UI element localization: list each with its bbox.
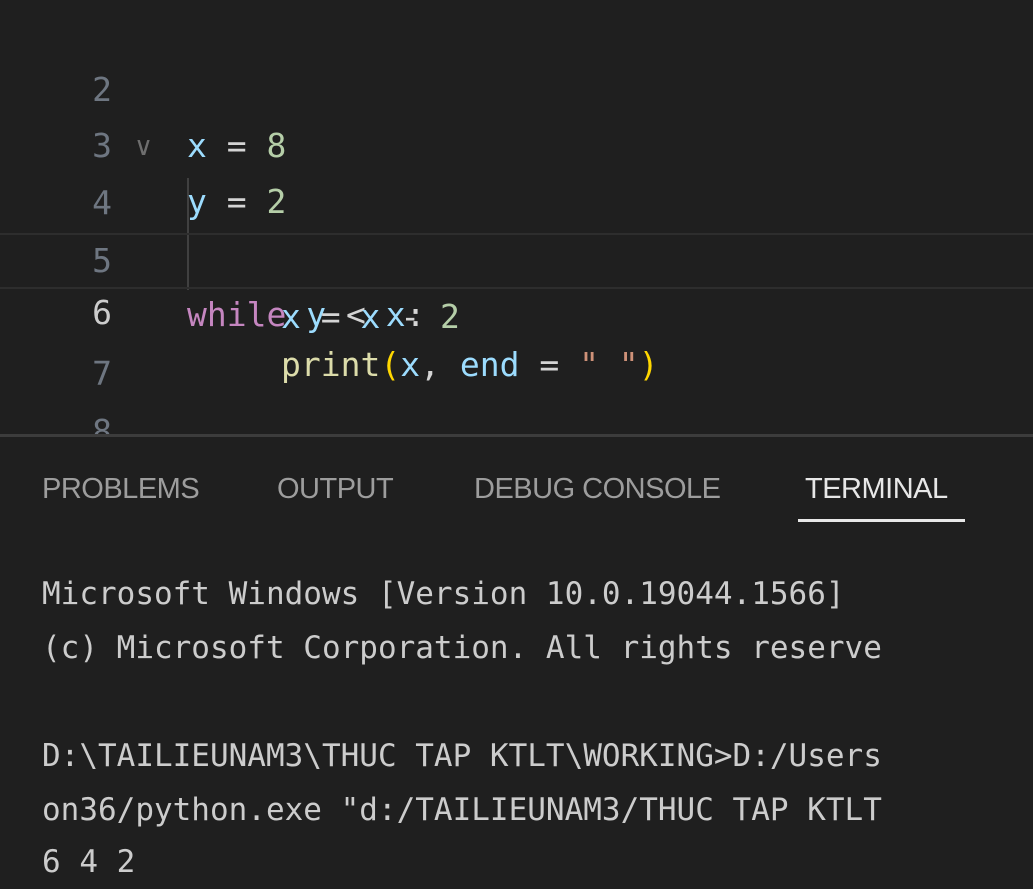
tab-problems[interactable]: PROBLEMS [42, 473, 200, 506]
tab-output[interactable]: OUTPUT [277, 473, 394, 506]
bottom-panel: PROBLEMS OUTPUT DEBUG CONSOLE TERMINAL M… [0, 437, 1033, 889]
code-line-7[interactable]: 7 [0, 290, 1033, 393]
terminal-line: on36/python.exe "d:/TAILIEUNAM3/THUC TAP… [42, 792, 882, 828]
panel-tabs: PROBLEMS OUTPUT DEBUG CONSOLE TERMINAL [0, 437, 1033, 537]
terminal-line: 6 4 2 [42, 844, 136, 880]
vscode-window: 2 x = 8 3 y = 2 4 ∨ while y < x: 5 x = x… [0, 0, 1033, 889]
code-line-6-current[interactable]: 6 print(x, end = " ") [0, 233, 1033, 384]
code-line-2[interactable]: 2 x = 8 [0, 6, 1033, 165]
code-line-3[interactable]: 3 y = 2 [0, 62, 1033, 221]
tab-debug-console[interactable]: DEBUG CONSOLE [474, 473, 721, 506]
active-tab-indicator [798, 519, 965, 522]
terminal-line: Microsoft Windows [Version 10.0.19044.15… [42, 576, 845, 612]
code-line-8[interactable]: 8 [0, 348, 1033, 434]
code-editor[interactable]: 2 x = 8 3 y = 2 4 ∨ while y < x: 5 x = x… [0, 0, 1033, 434]
code-line-4[interactable]: 4 ∨ while y < x: [0, 119, 1033, 334]
terminal-line: (c) Microsoft Corporation. All rights re… [42, 630, 882, 666]
code-line-5[interactable]: 5 x = x - 2 [0, 177, 1033, 336]
chevron-down-icon[interactable]: ∨ [134, 119, 153, 175]
line-number: 8 [92, 412, 112, 434]
terminal-line: D:\TAILIEUNAM3\THUC TAP KTLT\WORKING>D:/… [42, 738, 882, 774]
tab-terminal[interactable]: TERMINAL [805, 473, 948, 506]
